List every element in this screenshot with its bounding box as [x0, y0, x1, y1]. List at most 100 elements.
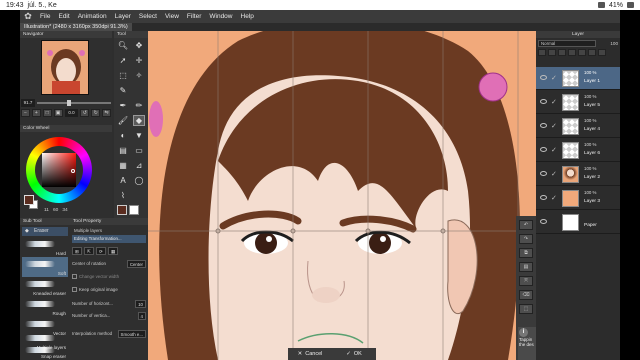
fit-icon[interactable]: □ — [42, 109, 52, 117]
edit-check-icon[interactable]: ✓ — [551, 122, 557, 130]
menu-help[interactable]: Help — [237, 13, 258, 20]
new-layer-icon[interactable] — [538, 49, 546, 56]
ok-button[interactable]: ✓ OK — [332, 351, 376, 357]
edit-check-icon[interactable]: ✓ — [551, 74, 557, 82]
menu-select[interactable]: Select — [135, 13, 161, 20]
zoom-slider[interactable] — [37, 100, 111, 106]
layer-row[interactable]: ✓ 100 % Layer 4 — [536, 115, 620, 138]
layer-row[interactable]: ✓ 100 % Layer 2 — [536, 163, 620, 186]
sub-tool-item-selected[interactable]: Soft — [22, 257, 68, 277]
reference-icon[interactable] — [568, 49, 576, 56]
document-tab[interactable]: Illustration* (2480 x 3160px 350dpi 91.3… — [20, 23, 132, 31]
sub-color-chip[interactable] — [129, 205, 139, 215]
interpolation-select[interactable]: Smooth e... — [117, 329, 146, 338]
transform-mesh-button[interactable]: ▦ — [108, 246, 118, 255]
eye-icon[interactable] — [540, 99, 547, 104]
eye-icon[interactable] — [540, 123, 547, 128]
eye-icon[interactable] — [540, 195, 547, 200]
num-horizontal-input[interactable]: 10 — [135, 299, 146, 308]
ruler-tool-icon[interactable]: ⊿ — [133, 160, 145, 171]
change-vector-checkbox[interactable] — [72, 274, 77, 279]
menu-edit[interactable]: Edit — [54, 13, 73, 20]
edit-check-icon[interactable]: ✓ — [551, 170, 557, 178]
tool-property-section[interactable]: Editing Transformation... — [72, 235, 146, 243]
clear-icon[interactable]: ⌫ — [519, 290, 533, 300]
frame-tool-icon[interactable]: ▦ — [117, 160, 129, 171]
menu-layer[interactable]: Layer — [111, 13, 135, 20]
center-rotation-select[interactable]: Center — [126, 259, 146, 268]
correct-line-tool-icon[interactable]: ⌇ — [117, 190, 129, 201]
layer-row[interactable]: ✓ 100 % Layer 6 — [536, 139, 620, 162]
blend-mode-select[interactable]: Normal — [538, 40, 596, 47]
brightness-value[interactable]: 34 — [62, 208, 67, 213]
figure-tool-icon[interactable]: ▭ — [133, 145, 145, 156]
brush-tool-icon[interactable]: 🖌︎ — [117, 115, 129, 126]
edit-check-icon[interactable]: ✓ — [551, 194, 557, 202]
eye-icon[interactable] — [540, 171, 547, 176]
menu-file[interactable]: File — [36, 13, 54, 20]
sub-tool-group-eraser[interactable]: ◆ Eraser — [22, 227, 68, 236]
layer-row[interactable]: ✓ 100 % Layer 1 — [536, 67, 620, 90]
fill-tool-icon[interactable]: ▼ — [133, 130, 145, 141]
zoom-slider-knob[interactable] — [66, 100, 71, 106]
sub-tool-item[interactable]: Kneaded eraser — [22, 277, 68, 297]
edit-check-icon[interactable]: ✓ — [551, 98, 557, 106]
num-vertical-input[interactable]: 4 — [137, 311, 146, 320]
pen-tool-icon[interactable]: ✒ — [117, 100, 129, 111]
transform-rotate-button[interactable]: ⟳ — [96, 246, 106, 255]
select-all-icon[interactable]: ⬚ — [519, 304, 533, 314]
app-logo-icon[interactable]: ✿ — [20, 10, 36, 23]
eyedropper-tool-icon[interactable]: ✎ — [117, 85, 129, 96]
sub-tool-item[interactable]: Hard — [22, 237, 68, 257]
transform-scale-button[interactable]: ⇱ — [84, 246, 94, 255]
actual-size-icon[interactable]: ▣ — [53, 109, 63, 117]
drawing-canvas[interactable] — [148, 31, 536, 360]
delete-layer-icon[interactable] — [598, 49, 606, 56]
pencil-tool-icon[interactable]: ✏ — [133, 100, 145, 111]
sub-tool-item[interactable]: Snap eraser — [22, 345, 68, 360]
cancel-button[interactable]: ✕ Cancel — [288, 351, 332, 357]
zoom-value[interactable]: 91.7 — [21, 99, 35, 107]
eraser-tool-icon[interactable]: ◆ — [133, 115, 145, 126]
eye-icon[interactable] — [540, 147, 547, 152]
lasso-tool-icon[interactable]: ⬚ — [117, 70, 129, 81]
layer-row[interactable]: ✓ 100 % Layer 5 — [536, 91, 620, 114]
zoom-in-icon[interactable]: + — [31, 109, 41, 117]
blend-tool-icon[interactable]: ◐ — [117, 130, 129, 141]
eye-icon[interactable] — [540, 75, 547, 80]
menu-filter[interactable]: Filter — [183, 13, 205, 20]
menu-window[interactable]: Window — [205, 13, 236, 20]
rotate-left-icon[interactable]: ↺ — [80, 109, 90, 117]
menu-view[interactable]: View — [161, 13, 183, 20]
move-tool-icon[interactable]: ✥ — [133, 40, 145, 51]
layer-opacity-value[interactable]: 100 — [598, 40, 618, 47]
mask-icon[interactable] — [588, 49, 596, 56]
layer-row-paper[interactable]: Paper — [536, 211, 620, 234]
gradient-tool-icon[interactable]: ▤ — [117, 145, 129, 156]
clip-icon[interactable] — [558, 49, 566, 56]
zoom-out-icon[interactable]: − — [21, 109, 30, 117]
transform-mode-button[interactable]: ⊞ — [72, 246, 82, 255]
undo-icon[interactable]: ↶ — [519, 220, 533, 230]
magic-wand-tool-icon[interactable]: ✧ — [133, 70, 145, 81]
copy-icon[interactable]: ⧉ — [519, 248, 533, 258]
operation-tool-icon[interactable]: ➚ — [117, 55, 129, 66]
redo-icon[interactable]: ↷ — [519, 234, 533, 244]
eye-icon[interactable] — [540, 219, 547, 224]
menu-animation[interactable]: Animation — [74, 13, 111, 20]
edit-check-icon[interactable]: ✓ — [551, 146, 557, 154]
layer-row[interactable]: ✓ 100 % Layer 3 — [536, 187, 620, 210]
transform-icon[interactable]: ⤧ — [519, 276, 533, 286]
flip-icon[interactable]: ⇋ — [102, 109, 112, 117]
balloon-tool-icon[interactable]: ◯ — [133, 175, 145, 186]
main-color-chip[interactable] — [117, 205, 127, 215]
move-layer-tool-icon[interactable]: ✛ — [133, 55, 145, 66]
rotate-right-icon[interactable]: ↻ — [91, 109, 101, 117]
paste-icon[interactable]: ▤ — [519, 262, 533, 272]
saturation-value[interactable]: 60 — [53, 208, 58, 213]
keep-original-checkbox[interactable] — [72, 287, 77, 292]
zoom-tool-icon[interactable]: 🔍︎ — [117, 40, 129, 51]
foreground-color-chip[interactable] — [24, 195, 34, 205]
color-picker-handle[interactable] — [71, 169, 75, 173]
new-folder-icon[interactable] — [548, 49, 556, 56]
